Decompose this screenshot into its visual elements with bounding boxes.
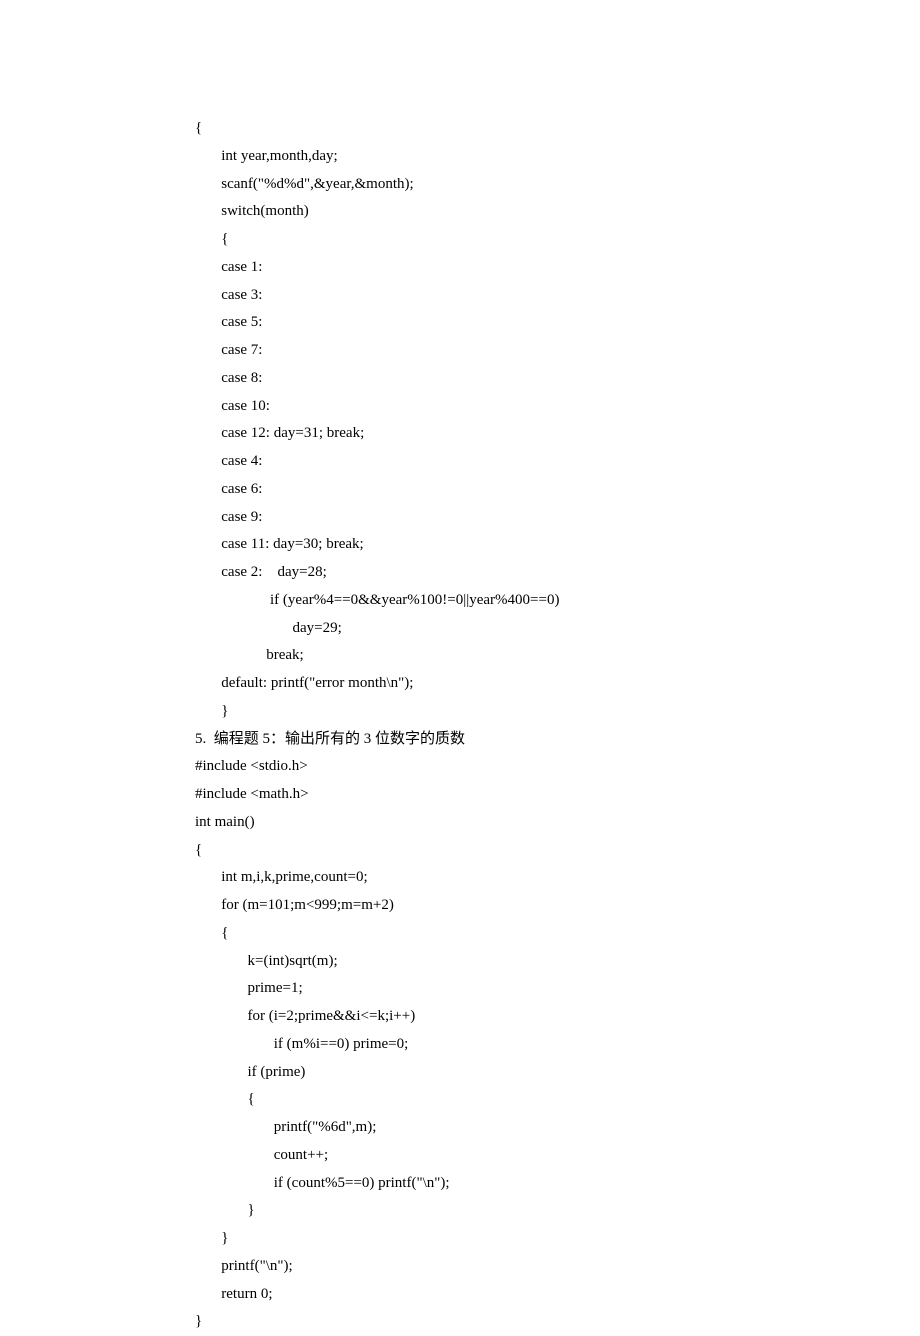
- code-line: case 7:: [195, 337, 920, 365]
- code-line: case 2: day=28;: [195, 559, 920, 587]
- code-line: prime=1;: [195, 975, 920, 1003]
- code-line: {: [195, 1086, 920, 1114]
- code-line: case 4:: [195, 448, 920, 476]
- code-line: for (i=2;prime&&i<=k;i++): [195, 1003, 920, 1031]
- code-line: case 12: day=31; break;: [195, 420, 920, 448]
- code-line: scanf("%d%d",&year,&month);: [195, 171, 920, 199]
- code-line: case 11: day=30; break;: [195, 531, 920, 559]
- code-line: k=(int)sqrt(m);: [195, 948, 920, 976]
- code-line: }: [195, 1308, 920, 1336]
- code-line: int year,month,day;: [195, 143, 920, 171]
- code-line: case 1:: [195, 254, 920, 282]
- code-line: for (m=101;m<999;m=m+2): [195, 892, 920, 920]
- document-page: { int year,month,day; scanf("%d%d",&year…: [0, 0, 920, 1336]
- code-line: return 0;: [195, 1281, 920, 1309]
- code-line: #include <math.h>: [195, 781, 920, 809]
- code-line: case 5:: [195, 309, 920, 337]
- code-line: {: [195, 920, 920, 948]
- code-line: {: [195, 837, 920, 865]
- code-line: int main(): [195, 809, 920, 837]
- problem-heading: 5. 编程题 5：输出所有的 3 位数字的质数: [195, 726, 920, 754]
- code-line: case 9:: [195, 504, 920, 532]
- code-line: {: [195, 226, 920, 254]
- code-line: count++;: [195, 1142, 920, 1170]
- code-line: default: printf("error month\n");: [195, 670, 920, 698]
- code-line: printf("\n");: [195, 1253, 920, 1281]
- code-line: #include <stdio.h>: [195, 753, 920, 781]
- code-line: if (prime): [195, 1059, 920, 1087]
- code-line: switch(month): [195, 198, 920, 226]
- code-line: }: [195, 698, 920, 726]
- code-line: case 3:: [195, 282, 920, 310]
- code-line: case 8:: [195, 365, 920, 393]
- code-line: {: [195, 115, 920, 143]
- code-line: int m,i,k,prime,count=0;: [195, 864, 920, 892]
- code-line: printf("%6d",m);: [195, 1114, 920, 1142]
- code-line: break;: [195, 642, 920, 670]
- code-line: if (count%5==0) printf("\n");: [195, 1170, 920, 1198]
- code-line: if (m%i==0) prime=0;: [195, 1031, 920, 1059]
- code-line: case 10:: [195, 393, 920, 421]
- code-line: if (year%4==0&&year%100!=0||year%400==0): [195, 587, 920, 615]
- code-line: case 6:: [195, 476, 920, 504]
- code-line: }: [195, 1197, 920, 1225]
- code-line: }: [195, 1225, 920, 1253]
- code-line: day=29;: [195, 615, 920, 643]
